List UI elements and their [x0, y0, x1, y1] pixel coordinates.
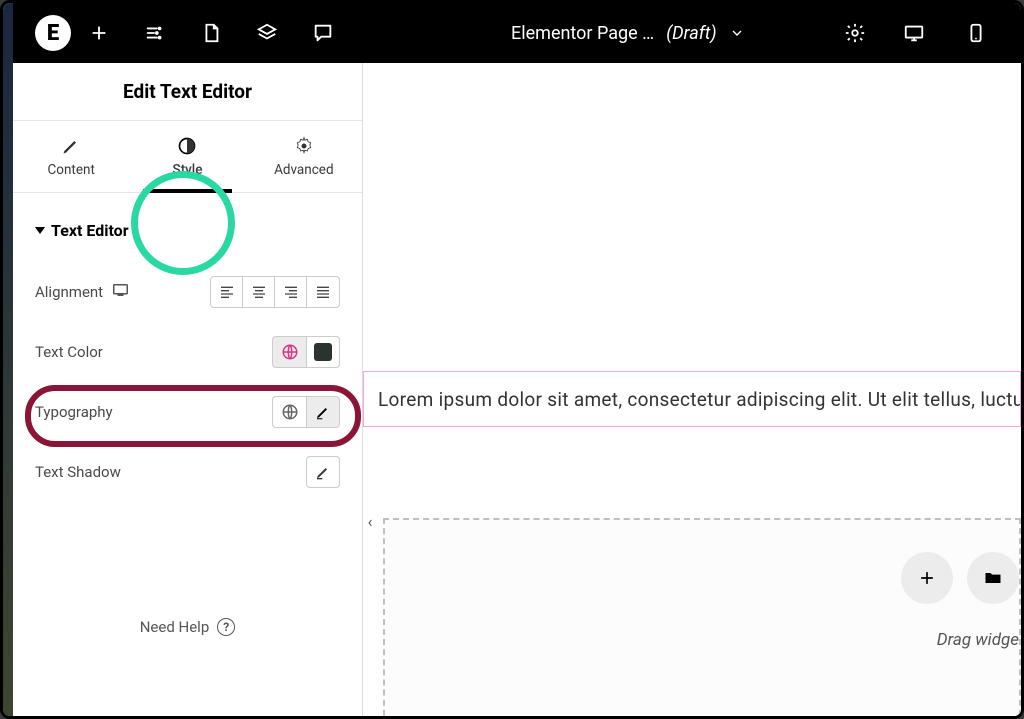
- align-right-button[interactable]: [275, 277, 307, 307]
- text-shadow-label: Text Shadow: [35, 463, 121, 481]
- tab-style[interactable]: Style: [129, 121, 245, 192]
- desktop-device-tab[interactable]: [883, 3, 945, 63]
- chevron-down-icon: [729, 25, 745, 41]
- tab-advanced-label: Advanced: [274, 162, 334, 178]
- comment-icon[interactable]: [295, 3, 351, 63]
- topbar-right: [827, 3, 1007, 63]
- color-picker-button[interactable]: [306, 336, 340, 368]
- text-color-label: Text Color: [35, 343, 103, 361]
- contrast-icon: [177, 136, 197, 156]
- pencil-icon: [315, 404, 331, 420]
- text-shadow-edit-button[interactable]: [306, 456, 340, 488]
- site-settings-icon[interactable]: [127, 3, 183, 63]
- need-help-link[interactable]: Need Help ?: [13, 618, 362, 636]
- alignment-label: Alignment: [35, 283, 103, 301]
- pencil-icon: [61, 136, 81, 156]
- empty-container-dropzone[interactable]: Drag widge: [383, 518, 1021, 719]
- topbar: E Elementor Page … (Draft): [13, 3, 1021, 63]
- caret-down-icon: [35, 227, 45, 234]
- panel-collapse-handle[interactable]: ‹: [361, 503, 379, 539]
- typography-edit-button[interactable]: [306, 396, 340, 428]
- page-status: (Draft): [666, 23, 716, 44]
- text-editor-widget[interactable]: Lorem ipsum dolor sit amet, consectetur …: [363, 371, 1021, 427]
- control-text-color: Text Color: [13, 322, 362, 382]
- global-color-button[interactable]: [272, 336, 306, 368]
- control-text-shadow: Text Shadow: [13, 442, 362, 502]
- color-swatch: [314, 343, 332, 361]
- align-justify-button[interactable]: [307, 277, 339, 307]
- globe-icon: [281, 343, 299, 361]
- editor-panel: Edit Text Editor Content Style Advanced …: [13, 63, 363, 716]
- template-library-button[interactable]: [967, 552, 1019, 604]
- pencil-icon: [315, 464, 331, 480]
- need-help-label: Need Help: [140, 618, 210, 636]
- tab-content-label: Content: [47, 162, 94, 178]
- mobile-device-tab[interactable]: [945, 3, 1007, 63]
- globe-icon: [281, 403, 299, 421]
- app-frame: E Elementor Page … (Draft) Edit Text Edi…: [0, 0, 1024, 719]
- alignment-group: [210, 276, 340, 308]
- preview-canvas[interactable]: Lorem ipsum dolor sit amet, consectetur …: [363, 63, 1021, 716]
- folder-icon: [983, 568, 1003, 588]
- page-title: Elementor Page …: [511, 23, 654, 44]
- responsive-icon[interactable]: [113, 283, 131, 301]
- section-text-editor[interactable]: Text Editor: [13, 193, 362, 248]
- tab-style-label: Style: [173, 162, 203, 178]
- plus-icon: [917, 568, 937, 588]
- add-element-button[interactable]: [71, 3, 127, 63]
- widget-text-content: Lorem ipsum dolor sit amet, consectetur …: [378, 388, 1021, 411]
- elementor-logo[interactable]: E: [35, 15, 71, 51]
- typography-label: Typography: [35, 403, 113, 421]
- desktop-strip: [3, 3, 13, 719]
- section-label: Text Editor: [51, 221, 129, 240]
- tab-advanced[interactable]: Advanced: [246, 121, 362, 192]
- global-typography-button[interactable]: [272, 396, 306, 428]
- preview-settings-icon[interactable]: [827, 22, 883, 44]
- gear-icon: [294, 136, 314, 156]
- help-icon: ?: [217, 618, 235, 636]
- align-left-button[interactable]: [211, 277, 243, 307]
- align-center-button[interactable]: [243, 277, 275, 307]
- layers-icon[interactable]: [239, 3, 295, 63]
- control-typography: Typography: [13, 382, 362, 442]
- control-alignment: Alignment: [13, 248, 362, 322]
- drag-hint: Drag widge: [937, 630, 1019, 650]
- document-icon[interactable]: [183, 3, 239, 63]
- panel-tabs: Content Style Advanced: [13, 121, 362, 193]
- tab-content[interactable]: Content: [13, 121, 129, 192]
- panel-title: Edit Text Editor: [13, 63, 362, 121]
- page-title-area[interactable]: Elementor Page … (Draft): [511, 23, 745, 44]
- add-widget-button[interactable]: [901, 552, 953, 604]
